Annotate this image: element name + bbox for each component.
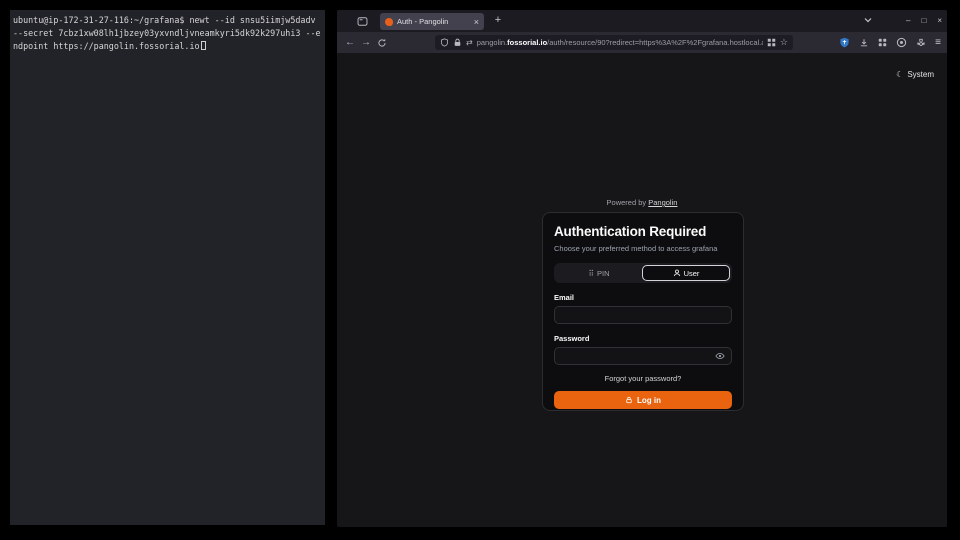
- powered-by-text: Powered by: [607, 198, 647, 207]
- login-button-label: Log in: [637, 396, 661, 405]
- extensions-grid-icon[interactable]: [878, 38, 887, 47]
- tab-bar: Auth - Pangolin × + – □ ×: [337, 10, 947, 32]
- record-circle-icon[interactable]: [896, 37, 907, 48]
- user-icon: [673, 269, 681, 277]
- url-text[interactable]: pangolin.fossorial.io/auth/resource/90?r…: [477, 38, 763, 47]
- pangolin-favicon-icon: [385, 18, 393, 26]
- login-lock-icon: [625, 396, 633, 404]
- window-maximize-button[interactable]: □: [921, 17, 926, 25]
- tab-pin-label: PIN: [597, 269, 610, 278]
- back-button[interactable]: ←: [342, 37, 358, 48]
- firefox-view-icon[interactable]: [354, 13, 370, 29]
- auth-page: ☾ System Powered by Pangolin Authenticat…: [337, 53, 947, 527]
- password-field[interactable]: [561, 352, 715, 361]
- new-tab-button[interactable]: +: [490, 14, 506, 26]
- moon-icon: ☾: [896, 70, 903, 79]
- auth-method-tabs: ⠿ PIN User: [554, 263, 732, 283]
- terminal-cursor: [201, 41, 206, 50]
- theme-toggle-label: System: [907, 70, 934, 79]
- login-button[interactable]: Log in: [554, 391, 732, 409]
- password-field-wrap: [554, 347, 732, 365]
- terminal-panel[interactable]: ubuntu@ip-172-31-27-116:~/grafana$ newt …: [10, 10, 325, 525]
- tab-title: Auth - Pangolin: [397, 17, 470, 26]
- downloads-icon[interactable]: [859, 38, 869, 48]
- auth-card: Authentication Required Choose your pref…: [542, 212, 744, 411]
- tab-pin[interactable]: ⠿ PIN: [556, 265, 642, 281]
- browser-tab[interactable]: Auth - Pangolin ×: [380, 13, 484, 30]
- show-password-eye-icon[interactable]: [715, 351, 725, 361]
- theme-toggle[interactable]: ☾ System: [896, 70, 934, 79]
- pangolin-link[interactable]: Pangolin: [648, 198, 677, 207]
- bookmark-star-icon[interactable]: ☆: [780, 37, 788, 48]
- tab-close-icon[interactable]: ×: [474, 17, 479, 27]
- email-label: Email: [554, 293, 732, 302]
- forgot-password-link[interactable]: Forgot your password?: [554, 374, 732, 383]
- pin-keypad-icon: ⠿: [588, 269, 594, 278]
- lock-icon[interactable]: [453, 38, 462, 47]
- ublock-icon[interactable]: [839, 37, 850, 48]
- reload-icon[interactable]: [374, 38, 390, 48]
- puzzle-extension-icon[interactable]: [916, 38, 926, 48]
- tab-user[interactable]: User: [642, 265, 730, 281]
- browser-toolbar: ← → ⇄ pangolin.fossorial.io/auth/resourc…: [337, 32, 947, 53]
- tab-user-label: User: [684, 269, 700, 278]
- terminal-line: ubuntu@ip-172-31-27-116:~/grafana$ newt …: [13, 15, 316, 25]
- window-close-button[interactable]: ×: [937, 17, 942, 25]
- terminal-line: --secret 7cbz1xw08lh1jbzey03yxvndljvneam…: [13, 28, 321, 38]
- card-subtitle: Choose your preferred method to access g…: [554, 244, 732, 253]
- window-minimize-button[interactable]: –: [906, 17, 910, 25]
- tracking-shield-icon[interactable]: [440, 38, 449, 47]
- forward-button[interactable]: →: [358, 37, 374, 48]
- card-title: Authentication Required: [554, 224, 732, 239]
- toolbar-extensions: ≡: [839, 32, 941, 53]
- tab-list-chevron-icon[interactable]: [863, 15, 873, 25]
- url-bar[interactable]: ⇄ pangolin.fossorial.io/auth/resource/90…: [435, 35, 793, 50]
- terminal-line: ndpoint https://pangolin.fossorial.io: [13, 41, 200, 51]
- container-switch-icon[interactable]: ⇄: [466, 38, 473, 47]
- email-field[interactable]: [561, 311, 725, 320]
- hamburger-menu-icon[interactable]: ≡: [935, 37, 941, 48]
- powered-by: Powered by Pangolin: [337, 198, 947, 207]
- browser-window: Auth - Pangolin × + – □ × ← → ⇄ pangolin…: [337, 10, 947, 527]
- window-controls: – □ ×: [906, 10, 942, 32]
- password-label: Password: [554, 334, 732, 343]
- email-field-wrap: [554, 306, 732, 324]
- urlbar-grid-icon[interactable]: [767, 38, 776, 47]
